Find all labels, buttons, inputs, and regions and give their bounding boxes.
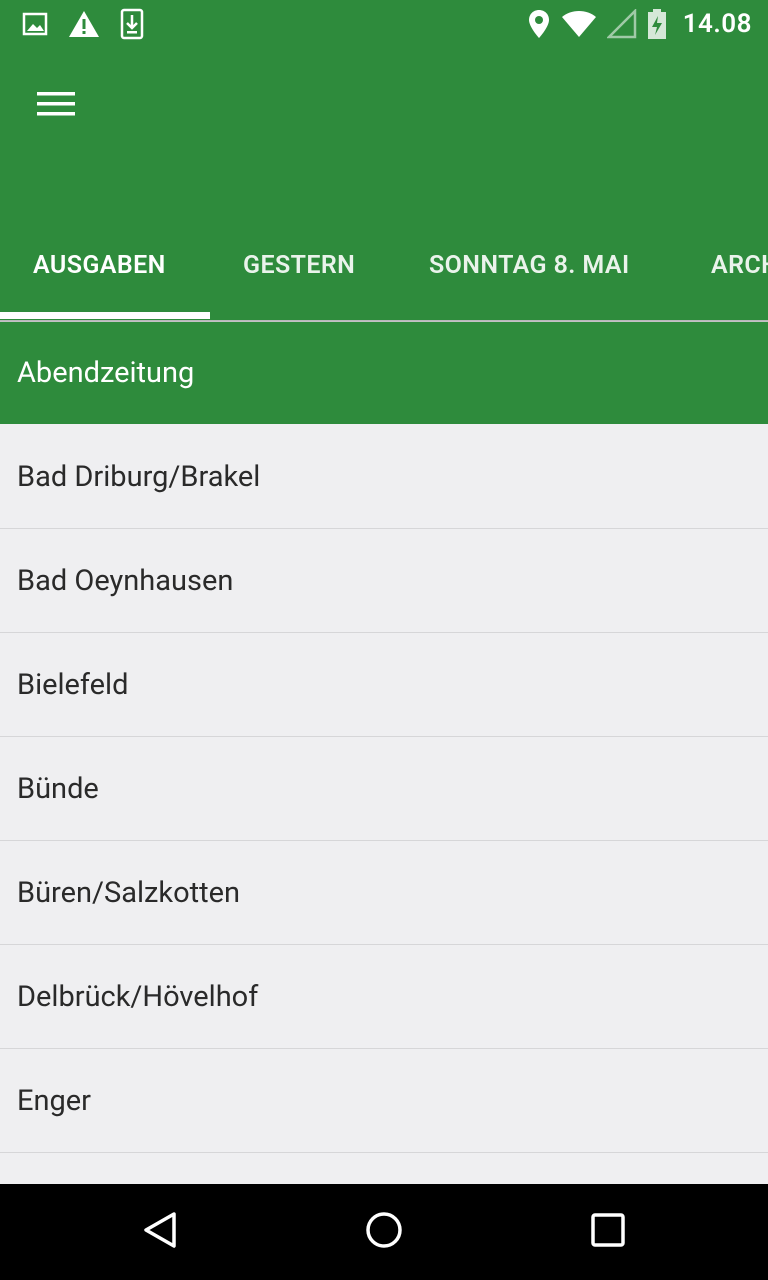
tab-bar: AUSGABEN GESTERN SONNTAG 8. MAI ARCH (0, 210, 768, 320)
tab-archiv[interactable]: ARCH (711, 210, 768, 320)
image-icon (22, 11, 48, 37)
list-item[interactable]: Bad Oeynhausen (0, 529, 768, 633)
edition-list: Bad Driburg/Brakel Bad Oeynhausen Bielef… (0, 425, 768, 1153)
list-item[interactable]: Delbrück/Hövelhof (0, 945, 768, 1049)
location-icon (527, 8, 551, 40)
navigation-bar (0, 1184, 768, 1280)
recents-icon (590, 1212, 626, 1252)
list-item[interactable]: Bünde (0, 737, 768, 841)
home-button[interactable] (360, 1208, 408, 1256)
tab-gestern[interactable]: GESTERN (243, 210, 355, 320)
app-bar: 14.08 AUSGABEN GESTERN SONNTAG 8. MAI AR… (0, 0, 768, 320)
list-item[interactable]: Enger (0, 1049, 768, 1153)
battery-charging-icon (647, 8, 667, 40)
list-item[interactable]: Büren/Salzkotten (0, 841, 768, 945)
section-header: Abendzeitung (0, 322, 768, 424)
selected-tab-indicator (0, 312, 210, 319)
tab-ausgaben[interactable]: AUSGABEN (33, 210, 166, 320)
signal-icon (606, 9, 637, 39)
list-item[interactable]: Bielefeld (0, 633, 768, 737)
status-time: 14.08 (682, 9, 752, 39)
list-item[interactable]: Bad Driburg/Brakel (0, 425, 768, 529)
back-button[interactable] (136, 1208, 184, 1256)
download-icon (120, 8, 144, 40)
back-icon (140, 1210, 180, 1254)
wifi-icon (561, 9, 597, 39)
hamburger-menu-icon (37, 90, 75, 122)
status-bar: 14.08 (0, 0, 768, 52)
home-icon (364, 1210, 404, 1254)
tab-sonntag[interactable]: SONNTAG 8. MAI (429, 210, 630, 320)
recents-button[interactable] (584, 1208, 632, 1256)
warning-icon (68, 9, 100, 39)
menu-button[interactable] (24, 80, 88, 132)
